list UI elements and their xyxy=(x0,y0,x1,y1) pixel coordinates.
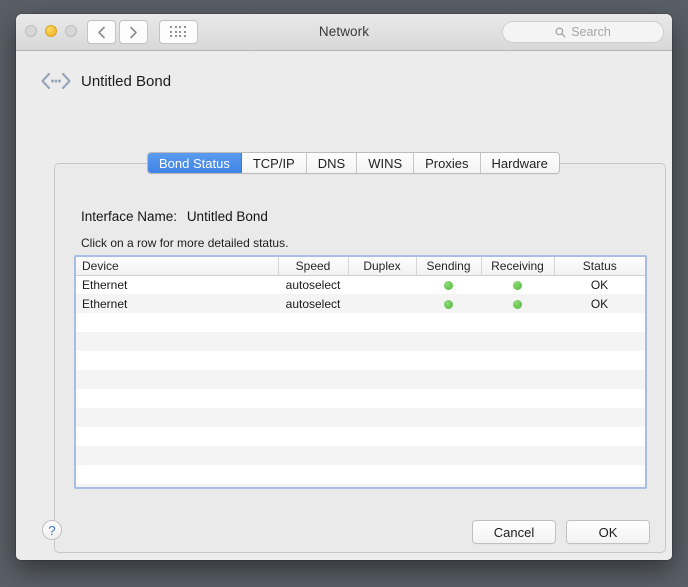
tab-proxies[interactable]: Proxies xyxy=(414,153,481,173)
cell-sending xyxy=(416,294,481,313)
cell-speed: autoselect xyxy=(285,296,341,311)
bond-title: Untitled Bond xyxy=(81,72,172,90)
cell-status: OK xyxy=(590,277,609,292)
column-header-receiving[interactable]: Receiving xyxy=(481,257,555,276)
footer-button-group: Cancel OK xyxy=(472,520,650,544)
table-row[interactable]: Ethernet autoselect OK xyxy=(76,275,645,294)
tab-hardware[interactable]: Hardware xyxy=(480,153,559,173)
cell-sending xyxy=(416,275,481,294)
table-row-empty[interactable] xyxy=(76,408,645,427)
tab-panel: Interface Name: Untitled Bond Click on a… xyxy=(54,163,666,553)
cell-device: Ethernet xyxy=(82,277,128,292)
search-field[interactable]: Search xyxy=(502,21,664,43)
table-header-row: Device Speed Duplex Sending Receiving St… xyxy=(76,257,645,276)
tab-tcp-ip[interactable]: TCP/IP xyxy=(241,153,307,173)
interface-name-row: Interface Name: Untitled Bond xyxy=(81,209,268,224)
column-header-device[interactable]: Device xyxy=(76,257,279,276)
tab-bar: Bond Status TCP/IP DNS WINS Proxies Hard… xyxy=(147,152,560,174)
status-dot-green-receiving xyxy=(513,281,522,291)
table-row-empty[interactable] xyxy=(76,427,645,446)
search-placeholder: Search xyxy=(571,25,611,39)
interface-name-label: Interface Name: xyxy=(81,209,178,224)
cell-duplex xyxy=(348,275,416,294)
bond-members-table[interactable]: Device Speed Duplex Sending Receiving St… xyxy=(74,255,647,489)
table-row-empty[interactable] xyxy=(76,370,645,389)
bond-interface-icon xyxy=(40,69,72,93)
table-body: Ethernet autoselect OK Ethernet autosele… xyxy=(76,275,645,487)
cell-duplex xyxy=(348,294,416,313)
column-header-sending[interactable]: Sending xyxy=(416,257,482,276)
cancel-button[interactable]: Cancel xyxy=(472,520,556,544)
help-button[interactable]: ? xyxy=(42,520,62,540)
status-dot-green-receiving xyxy=(513,299,522,309)
window-titlebar: Network Search xyxy=(16,14,672,51)
table-row-empty[interactable] xyxy=(76,313,645,332)
table-row-empty[interactable] xyxy=(76,446,645,465)
cell-device: Ethernet xyxy=(82,296,128,311)
table-row-empty[interactable] xyxy=(76,332,645,351)
column-header-status[interactable]: Status xyxy=(554,257,645,276)
tab-dns[interactable]: DNS xyxy=(306,153,358,173)
cell-receiving xyxy=(481,275,554,294)
column-header-duplex[interactable]: Duplex xyxy=(348,257,417,276)
table-row-empty[interactable] xyxy=(76,351,645,370)
table-row-empty[interactable] xyxy=(76,389,645,408)
search-icon xyxy=(555,27,566,38)
cell-receiving xyxy=(481,294,554,313)
window-body: Untitled Bond Interface Name: Untitled B… xyxy=(16,51,672,560)
tab-wins[interactable]: WINS xyxy=(357,153,415,173)
bond-header: Untitled Bond xyxy=(40,69,171,93)
interface-name-value: Untitled Bond xyxy=(186,209,268,224)
tab-bond-status[interactable]: Bond Status xyxy=(148,153,242,173)
table-row-empty[interactable] xyxy=(76,465,645,484)
status-dot-green-sending xyxy=(444,299,453,309)
table-row-empty[interactable] xyxy=(76,484,645,487)
cell-speed: autoselect xyxy=(285,277,341,292)
cell-status: OK xyxy=(590,296,609,311)
status-dot-green-sending xyxy=(444,281,453,291)
table-row[interactable]: Ethernet autoselect OK xyxy=(76,294,645,313)
ok-button[interactable]: OK xyxy=(566,520,650,544)
column-header-speed[interactable]: Speed xyxy=(278,257,349,276)
network-preferences-window: Network Search Untitled Bond Interface N… xyxy=(16,14,672,560)
table-hint-text: Click on a row for more detailed status. xyxy=(81,236,289,250)
